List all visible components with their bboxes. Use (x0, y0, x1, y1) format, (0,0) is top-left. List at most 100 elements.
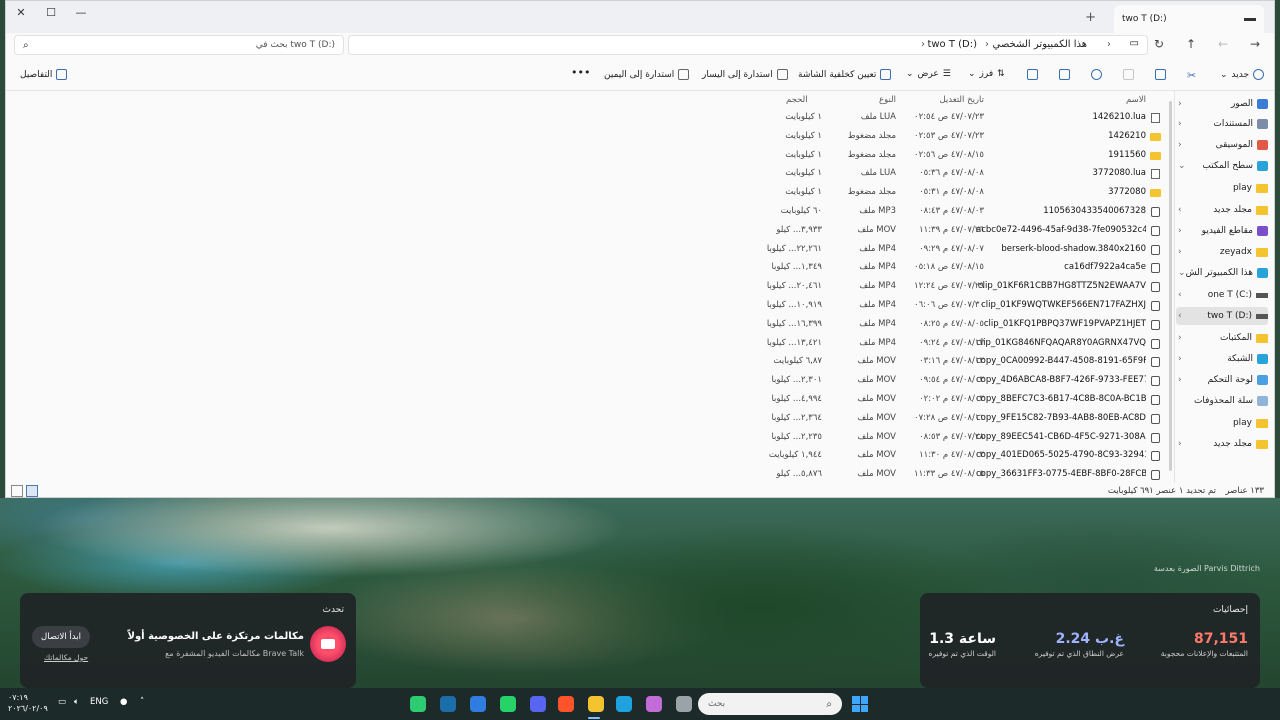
expand-chevron-icon[interactable]: › (1178, 140, 1182, 150)
nav-item[interactable]: سلة المحذوفات (1176, 392, 1268, 410)
sort-button[interactable]: ⌄ فرز ⇅ (968, 69, 1005, 79)
file-row[interactable]: 1426210 ٤٧/٠٧/٢٣ ص ٠٢:٥٣ مجلد مضغوط ١ كيلوب… (756, 128, 1166, 146)
nav-item[interactable]: › الشبكة (1176, 350, 1268, 368)
set-background-button[interactable]: تعيين كخلفية الشاشة (798, 69, 892, 80)
nav-item[interactable]: › لوحة التحكم (1176, 371, 1268, 389)
nav-item[interactable]: ‹ one T (C:) (1176, 286, 1268, 304)
start-button[interactable] (852, 696, 868, 712)
file-row[interactable]: clip_01KF6R1CBB7HG8TTZ5N2EWAA7V ٤٧/٠٧/٢٩ … (756, 278, 1166, 296)
refresh-icon[interactable]: ↻ (1154, 37, 1164, 51)
expand-chevron-icon[interactable]: › (1178, 375, 1182, 385)
file-row[interactable]: copy_4D6ABCA8-B8F7-426F-9733-FEE776... ٤٧… (756, 372, 1166, 390)
nav-item[interactable]: ⌄ هذا الكمبيوتر الش (1176, 264, 1268, 282)
task-view-app-icon[interactable] (676, 696, 692, 712)
expand-chevron-icon[interactable]: › (1178, 99, 1182, 109)
new-button[interactable]: ⌄ جديد (1220, 69, 1265, 80)
share-button[interactable] (1059, 69, 1070, 80)
chevron-up-icon[interactable]: ˄ (140, 697, 144, 707)
file-row[interactable]: 1105630433540067328 ٤٧/٠٨/٠٣ م ٠٨:٤٣ ملف M… (756, 203, 1166, 221)
expand-chevron-icon[interactable]: ⌄ (1178, 268, 1186, 278)
file-explorer-app-icon[interactable] (588, 696, 604, 712)
expand-chevron-icon[interactable]: › (1178, 119, 1182, 129)
lang-indicator[interactable]: ENG (90, 697, 108, 707)
file-row[interactable]: 3772080 ٤٧/٠٨/٠٨ م ٠٥:٣١ مجلد مضغوط ١ كيلوب… (756, 184, 1166, 202)
expand-chevron-icon[interactable]: › (1178, 354, 1182, 364)
nav-item[interactable]: ‹ two T (D:) (1176, 307, 1268, 325)
file-row[interactable]: copy_36631FF3-0775-4EBF-8BF0-28FCB7... ٤٧… (756, 466, 1166, 484)
more-options-button[interactable]: ••• (571, 66, 590, 79)
clock[interactable]: ٠٧:١٩ ٢٠٢٦/٠٢/٠٩ (8, 692, 48, 714)
rename-button[interactable] (1091, 69, 1102, 80)
expand-chevron-icon[interactable]: › (1178, 226, 1182, 236)
file-row[interactable]: copy_8BEFC7C3-6B17-4C8B-8C0A-BC1B... ٤٧/٠… (756, 391, 1166, 409)
whatsapp-app-icon[interactable] (500, 696, 516, 712)
cut-button[interactable]: ✂ (1187, 69, 1196, 82)
delete-button[interactable] (1027, 69, 1038, 80)
expand-chevron-icon[interactable]: ⌄ (1178, 161, 1186, 171)
back-arrow-icon[interactable]: → (1250, 37, 1260, 51)
minimize-button[interactable]: — (66, 1, 96, 23)
rotate-right-button[interactable]: استدارة إلى اليمين (604, 69, 690, 80)
start-call-button[interactable]: ابدأ الاتصال (32, 626, 90, 648)
nav-item[interactable]: › zeyadx (1176, 243, 1268, 261)
nav-item[interactable]: play (1176, 179, 1268, 197)
file-row[interactable]: copy_89EEC541-CB6D-4F5C-9271-308AB... ٤٧/… (756, 429, 1166, 447)
copy-button[interactable] (1155, 69, 1166, 80)
copilot-app-icon[interactable] (646, 696, 662, 712)
path-input[interactable]: هذا الكمبيوتر الشخصي › two T (D:) › › ▭ (348, 35, 1148, 55)
expand-chevron-icon[interactable]: › (1178, 247, 1182, 257)
expand-chevron-icon[interactable]: ‹ (1178, 205, 1182, 215)
nav-item[interactable]: ‹ مجلد جديد (1176, 201, 1268, 219)
file-row[interactable]: clip_01KFQ1PBPQ37WF19PVAPZ1HJET ٤٧/٠٨/٠٥ … (756, 316, 1166, 334)
maximize-button[interactable]: ☐ (36, 1, 66, 23)
file-row[interactable]: 3772080.lua ٤٧/٠٨/٠٨ م ٠٥:٣٦ ملف LUA ١ كيلو… (756, 165, 1166, 183)
battery-icon[interactable]: ▭ (58, 697, 66, 707)
file-row[interactable]: copy_0CA00992-B447-4508-8191-65F9F6... ٤٧… (756, 353, 1166, 371)
file-row[interactable]: copy_9FE15C82-7B93-4AB8-80EB-AC8D9... ٤٧/… (756, 410, 1166, 428)
forward-arrow-icon[interactable]: ← (1218, 37, 1228, 51)
expand-chevron-icon[interactable]: ‹ (1178, 290, 1182, 300)
nav-item[interactable]: › الموسيقى (1176, 136, 1268, 154)
column-header-date[interactable]: تاريخ التعديل (940, 95, 985, 105)
about-calls-link[interactable]: حول مكالماتك (44, 653, 88, 662)
discord-app-icon[interactable] (530, 696, 546, 712)
vertical-scrollbar[interactable] (1169, 101, 1172, 471)
tiles-view-icon[interactable] (11, 485, 23, 497)
brave-app-icon[interactable] (558, 696, 574, 712)
details-view-icon[interactable] (26, 485, 38, 497)
nav-item[interactable]: › مقاطع الفيديو (1176, 222, 1268, 240)
nav-item[interactable]: play (1176, 414, 1268, 432)
nav-item[interactable]: › المكتبات (1176, 329, 1268, 347)
column-header-size[interactable]: الحجم (786, 95, 808, 105)
up-arrow-icon[interactable]: ↑ (1186, 37, 1196, 51)
nav-item[interactable]: › الصور (1176, 95, 1268, 113)
tab-two-t-d[interactable]: two T (D:) (1114, 5, 1264, 33)
new-tab-button[interactable]: + (1085, 10, 1096, 25)
column-header-name[interactable]: الاسم (1126, 95, 1146, 105)
nav-item[interactable]: › المستندات (1176, 115, 1268, 133)
file-row[interactable]: ca16df7922a4ca5e ٤٧/٠٨/١٥ ص ٠٥:١٨ ملف MP4 ١… (756, 259, 1166, 277)
microphone-icon[interactable]: ● (120, 697, 127, 707)
expand-chevron-icon[interactable]: › (1178, 439, 1182, 449)
taskbar-search[interactable]: بحث ⌕ (698, 693, 842, 715)
volume-icon[interactable]: 🔈︎ (74, 697, 79, 707)
expand-chevron-icon[interactable]: › (1178, 333, 1182, 343)
rotate-left-button[interactable]: استدارة إلى اليسار (702, 69, 788, 80)
details-button[interactable]: التفاصيل (20, 69, 68, 80)
expand-chevron-icon[interactable]: ‹ (1178, 311, 1182, 321)
file-row[interactable]: clip_01KG846NFQAQAR8Y0AGRNX47VQ ٤٧/٠٨/١٣ … (756, 335, 1166, 353)
file-row[interactable]: 1426210.lua ٤٧/٠٧/٢٣ ص ٠٢:٥٤ ملف LUA ١ كيلو… (756, 109, 1166, 127)
file-row[interactable]: 1911560 ٤٧/٠٨/١٥ ص ٠٢:٥٦ مجلد مضغوط ١ كيلوب… (756, 147, 1166, 165)
file-row[interactable]: berserk-blood-shadow.3840x2160 ٤٧/٠٨/٠٧ م… (756, 241, 1166, 259)
file-row[interactable]: copy_401ED065-5025-4790-8C93-32941D... ٤٧… (756, 447, 1166, 465)
steam-app-icon[interactable] (440, 696, 456, 712)
file-row[interactable]: acbc0e72-4496-45af-9d38-7fe090532c42 ٤٧/٠… (756, 222, 1166, 240)
breadcrumb-drive[interactable]: two T (D:) (927, 39, 977, 50)
close-window-button[interactable]: ✕ (6, 1, 36, 23)
column-header-type[interactable]: النوع (879, 95, 896, 105)
nav-item[interactable]: › مجلد جديد (1176, 435, 1268, 453)
sync-app-icon[interactable] (470, 696, 486, 712)
edge-app-icon[interactable] (616, 696, 632, 712)
search-input[interactable]: ⌕ بحث في two T (D:) (14, 35, 344, 55)
nav-item[interactable]: ⌄ سطح المكتب (1176, 157, 1268, 175)
